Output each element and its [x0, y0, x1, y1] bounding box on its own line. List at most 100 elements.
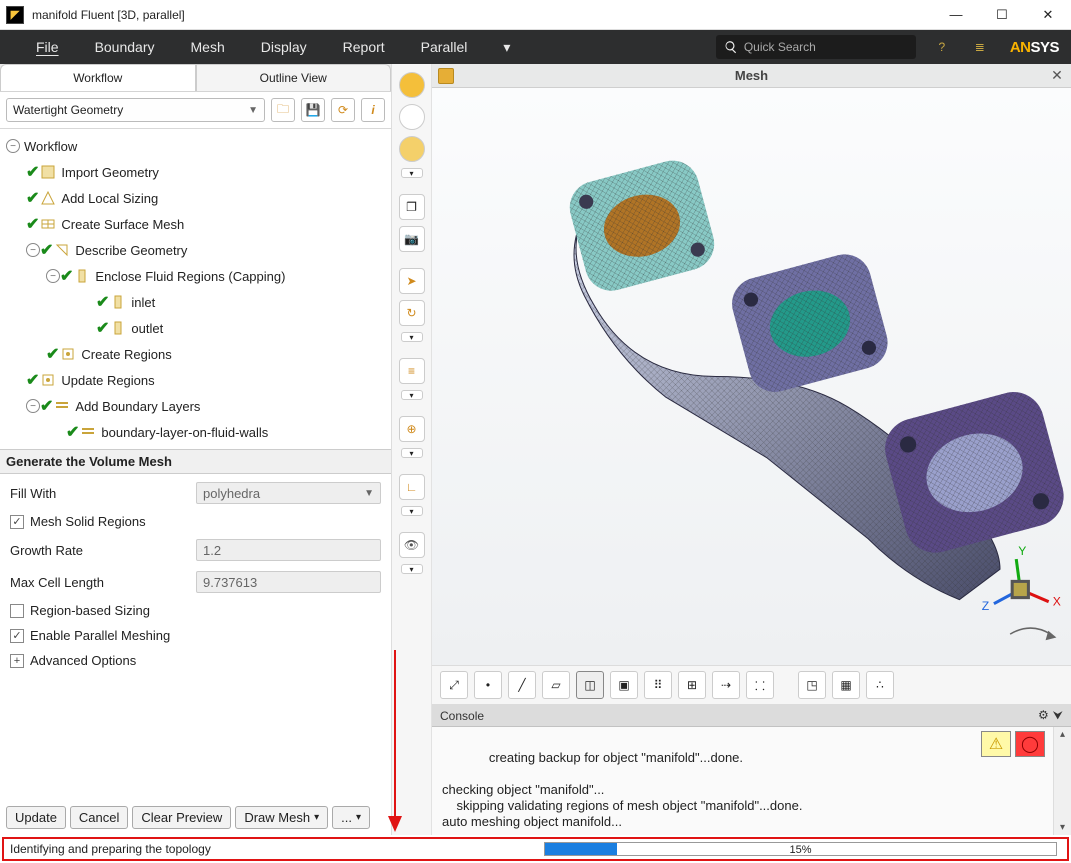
tree-boundary-layer[interactable]: ✔ boundary-layer-on-fluid-walls — [0, 419, 391, 445]
mesh-canvas[interactable]: X Y Z — [432, 88, 1071, 665]
check-icon: ✔ — [96, 318, 109, 338]
collapse-icon[interactable]: − — [6, 139, 20, 153]
sphere-shaded-icon[interactable] — [399, 136, 425, 162]
minimize-button[interactable]: — — [933, 0, 979, 30]
geometry-icon — [39, 163, 57, 181]
camera-icon[interactable]: 📷 — [399, 226, 425, 252]
menu-overflow[interactable]: ▾ — [485, 39, 528, 56]
eye-dropdown[interactable]: ▾ — [401, 564, 423, 574]
region-sizing-checkbox[interactable] — [10, 604, 24, 618]
svg-text:Z: Z — [982, 599, 990, 613]
console-settings-icon[interactable]: ⚙ — [1038, 708, 1049, 723]
tab-outline-view[interactable]: Outline View — [196, 64, 392, 91]
tree-describe-geometry[interactable]: − ✔ Describe Geometry — [0, 237, 391, 263]
help-icon[interactable]: ? — [930, 35, 954, 59]
clear-preview-button[interactable]: Clear Preview — [132, 806, 231, 829]
surface-mesh-icon — [39, 215, 57, 233]
cancel-button[interactable]: Cancel — [70, 806, 128, 829]
window-title: manifold Fluent [3D, parallel] — [32, 8, 185, 22]
handles-icon[interactable]: ⸬ — [746, 671, 774, 699]
rotate-icon[interactable]: ↻ — [399, 300, 425, 326]
tree-inlet[interactable]: ✔ inlet — [0, 289, 391, 315]
eye-icon[interactable]: 👁 — [399, 532, 425, 558]
menu-mesh[interactable]: Mesh — [173, 39, 243, 55]
nodes-icon[interactable]: ∴ — [866, 671, 894, 699]
sphere-solid-icon[interactable] — [399, 72, 425, 98]
console-warning-icon[interactable]: ⚠ — [981, 731, 1011, 757]
workflow-type-select[interactable]: Watertight Geometry ▼ — [6, 98, 265, 122]
cluster-icon[interactable]: ⠿ — [644, 671, 672, 699]
console-error-icon[interactable]: ◯ — [1015, 731, 1045, 757]
region-box-icon[interactable]: ◳ — [798, 671, 826, 699]
cube-icon[interactable]: ▣ — [610, 671, 638, 699]
close-button[interactable]: ✕ — [1025, 0, 1071, 30]
rotate-dropdown[interactable]: ▾ — [401, 332, 423, 342]
console-output[interactable]: creating backup for object "manifold"...… — [432, 727, 1071, 835]
more-button[interactable]: ... — [332, 806, 370, 829]
tree-update-regions[interactable]: ✔ Update Regions — [0, 367, 391, 393]
tree-add-boundary-layers[interactable]: − ✔ Add Boundary Layers — [0, 393, 391, 419]
tree-add-local-sizing[interactable]: ✔ Add Local Sizing — [0, 185, 391, 211]
layout-icon[interactable]: ≣ — [968, 35, 992, 59]
max-cell-label: Max Cell Length — [10, 575, 190, 590]
tree-create-surface-mesh[interactable]: ✔ Create Surface Mesh — [0, 211, 391, 237]
refresh-button[interactable]: ⟳ — [331, 98, 355, 122]
face-icon[interactable]: ▱ — [542, 671, 570, 699]
mesh-sphere-icon[interactable]: ⊕ — [399, 416, 425, 442]
box-select-icon[interactable]: ◫ — [576, 671, 604, 699]
grid4-icon[interactable]: ⊞ — [678, 671, 706, 699]
tab-workflow[interactable]: Workflow — [0, 64, 196, 91]
collapse-icon[interactable]: − — [26, 399, 40, 413]
growth-rate-input[interactable]: 1.2 — [196, 539, 381, 561]
menu-parallel[interactable]: Parallel — [403, 39, 486, 55]
axes-icon[interactable]: ∟ — [399, 474, 425, 500]
tree-enclose-fluid[interactable]: − ✔ Enclose Fluid Regions (Capping) — [0, 263, 391, 289]
menu-boundary[interactable]: Boundary — [77, 39, 173, 55]
mesh-solid-checkbox[interactable] — [10, 515, 24, 529]
collapse-icon[interactable]: − — [26, 243, 40, 257]
quick-search[interactable]: Quick Search — [716, 35, 916, 59]
canvas-close-button[interactable]: ✕ — [1049, 68, 1065, 84]
tree-import-geometry[interactable]: ✔ Import Geometry — [0, 159, 391, 185]
menu-report[interactable]: Report — [325, 39, 403, 55]
collapse-icon[interactable]: − — [46, 269, 60, 283]
region-fill-icon[interactable]: ▦ — [832, 671, 860, 699]
menu-file[interactable]: File — [18, 39, 77, 55]
console-collapse-icon[interactable]: ⮟ — [1053, 708, 1063, 723]
inlet-icon — [109, 293, 127, 311]
tree-outlet[interactable]: ✔ outlet — [0, 315, 391, 341]
draw-mesh-button[interactable]: Draw Mesh — [235, 806, 328, 829]
update-button[interactable]: Update — [6, 806, 66, 829]
point-icon[interactable]: • — [474, 671, 502, 699]
menu-display[interactable]: Display — [243, 39, 325, 55]
outlet-icon — [109, 319, 127, 337]
layers-dropdown[interactable]: ▾ — [401, 390, 423, 400]
max-cell-input[interactable]: 9.737613 — [196, 571, 381, 593]
copy-icon[interactable]: ❐ — [399, 194, 425, 220]
console-scrollbar[interactable]: ▴▾ — [1053, 727, 1071, 835]
sphere-wire-icon[interactable] — [399, 104, 425, 130]
sizing-icon — [39, 189, 57, 207]
parallel-meshing-label: Enable Parallel Meshing — [30, 628, 170, 643]
link-icon[interactable]: ⇢ — [712, 671, 740, 699]
advanced-options-expand[interactable]: + — [10, 654, 24, 668]
fill-with-select[interactable]: polyhedra▼ — [196, 482, 381, 504]
tree-create-regions[interactable]: ✔ Create Regions — [0, 341, 391, 367]
tree-root[interactable]: − Workflow — [0, 133, 391, 159]
info-button[interactable]: i — [361, 98, 385, 122]
search-placeholder: Quick Search — [744, 40, 816, 54]
maximize-button[interactable]: ☐ — [979, 0, 1025, 30]
axes-dropdown[interactable]: ▾ — [401, 506, 423, 516]
shade-dropdown[interactable]: ▾ — [401, 168, 423, 178]
parallel-meshing-checkbox[interactable] — [10, 629, 24, 643]
edge-icon[interactable]: ╱ — [508, 671, 536, 699]
mesh-dropdown[interactable]: ▾ — [401, 448, 423, 458]
check-icon: ✔ — [60, 266, 73, 286]
console-header: Console ⚙ ⮟ — [432, 705, 1071, 727]
fit-view-icon[interactable]: ⤢ — [440, 671, 468, 699]
cursor-icon[interactable]: ➤ — [399, 268, 425, 294]
open-folder-button[interactable]: 🗀 — [271, 98, 295, 122]
tree-root-label: Workflow — [24, 139, 77, 154]
save-button[interactable]: 💾 — [301, 98, 325, 122]
layers-view-icon[interactable]: ≡ — [399, 358, 425, 384]
